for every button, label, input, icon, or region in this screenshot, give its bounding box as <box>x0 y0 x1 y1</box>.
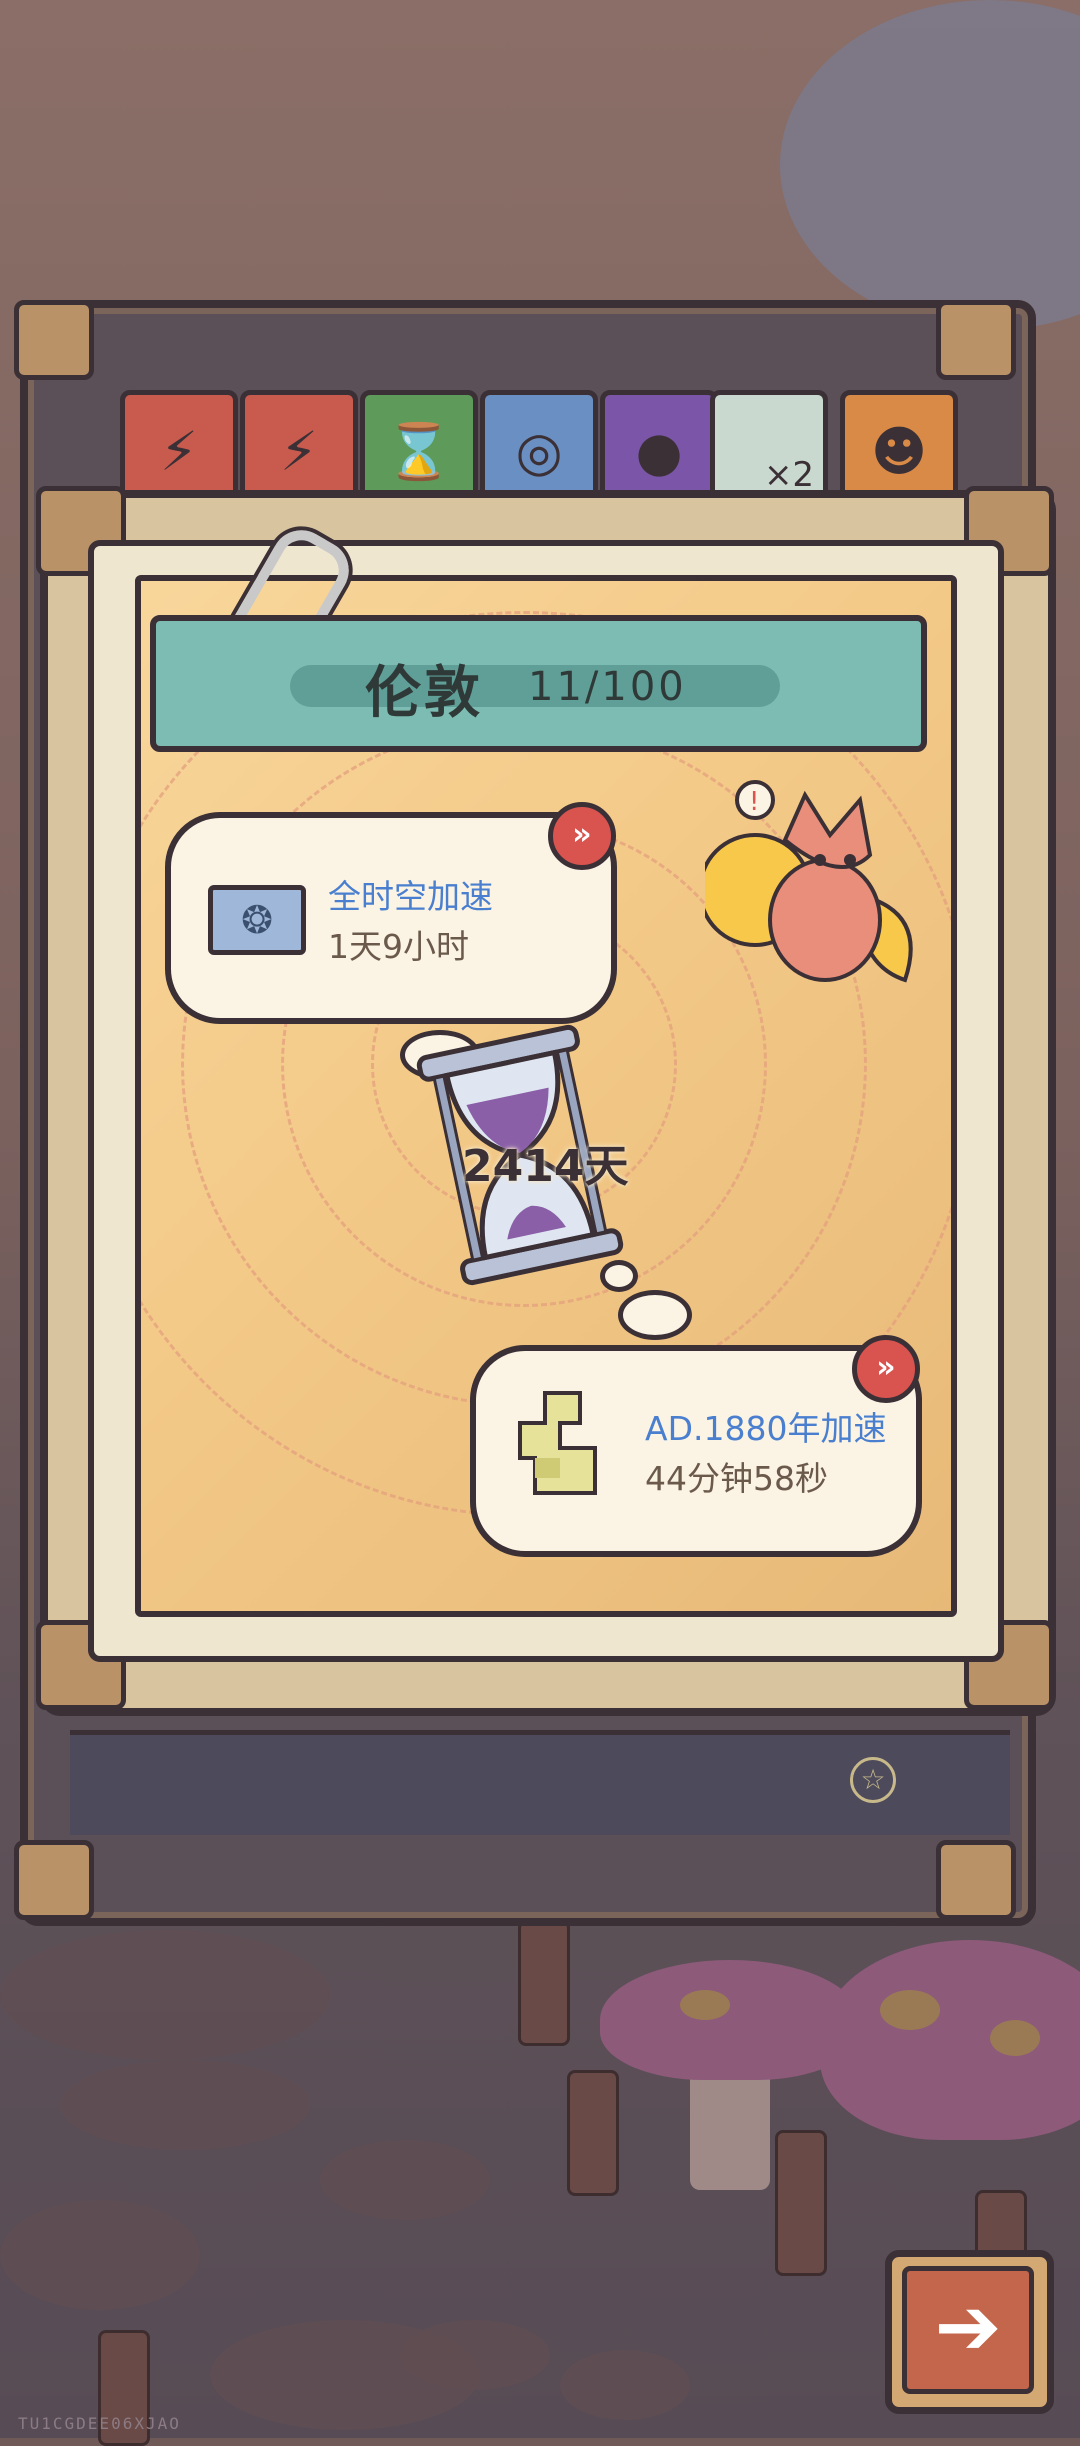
board-corner <box>14 1840 94 1920</box>
svg-text:!: ! <box>749 787 759 817</box>
city-skyline-strip: ☆ <box>70 1730 1010 1835</box>
fast-forward-button[interactable]: » <box>548 802 616 870</box>
speedup-time: 44分钟58秒 <box>645 1459 828 1498</box>
vortex-icon: ❂ <box>208 885 306 955</box>
city-name: 伦敦 <box>365 661 483 726</box>
battery-icon: ⚡ <box>160 420 198 483</box>
hourglass-icon: ⌛ <box>385 420 453 483</box>
days-counter: 2414天 <box>462 1141 629 1192</box>
watermark-id: TU1CGDEE06XJAO <box>18 2414 181 2433</box>
board-corner <box>936 300 1016 380</box>
speedup-title: AD.1880年加速 <box>645 1409 887 1448</box>
city-progress: 11/100 <box>528 664 687 710</box>
thought-cloud <box>618 1290 692 1340</box>
thought-cloud <box>600 1260 638 1292</box>
potion-x2-icon: ×2 <box>763 455 815 495</box>
battery-icon: ⚡ <box>280 420 318 483</box>
tadpole-icon: ● <box>635 420 683 483</box>
fast-forward-button[interactable]: » <box>852 1335 920 1403</box>
board-corner <box>14 300 94 380</box>
arrow-right-icon: ➔ <box>902 2266 1034 2394</box>
speedup-title: 全时空加速 <box>328 877 493 916</box>
star-icon[interactable]: ☆ <box>850 1757 896 1803</box>
map-icon <box>518 1391 597 1495</box>
ghost-icon: ☻ <box>870 420 928 483</box>
fox-character: ! <box>705 780 913 983</box>
speedup-time: 1天9小时 <box>328 927 469 966</box>
portal-icon: ◎ <box>515 420 563 483</box>
board-corner <box>936 1840 1016 1920</box>
